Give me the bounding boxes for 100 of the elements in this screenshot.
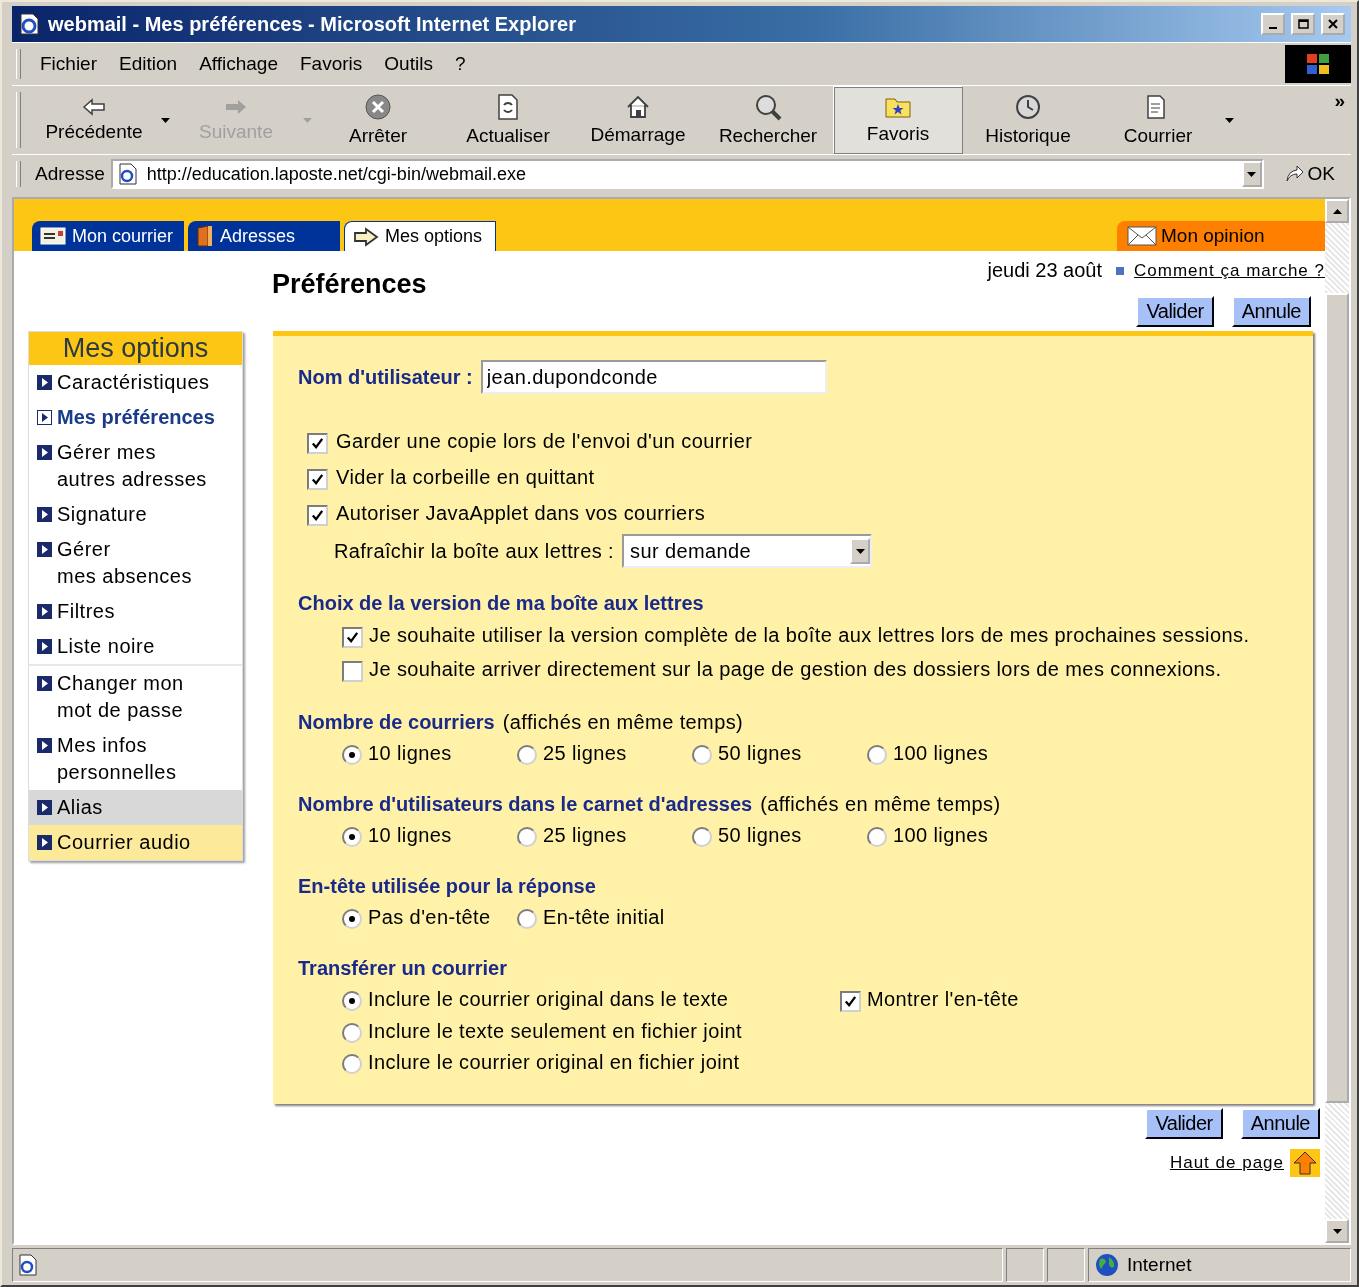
arrow-square-icon — [37, 445, 52, 460]
caret-icon — [1247, 171, 1257, 177]
arrow-square-icon — [37, 604, 52, 619]
radio-button[interactable] — [342, 827, 362, 847]
close-button[interactable] — [1321, 13, 1345, 35]
sidebar-item[interactable]: Changer mon mot de passe — [29, 664, 242, 728]
help-link[interactable]: Comment ça marche ? — [1134, 260, 1325, 281]
radio-button[interactable] — [517, 827, 537, 847]
toolbar-button[interactable]: Courrier — [1093, 86, 1223, 154]
sidebar-item[interactable]: Gérer mes autres adresses — [29, 435, 242, 497]
up-triangle-icon — [1332, 208, 1342, 214]
back-arrow-icon — [82, 97, 106, 117]
menu-item[interactable]: Outils — [373, 49, 444, 79]
sidebar-item[interactable]: Caractéristiques — [29, 365, 242, 400]
option-label: Je souhaite arriver directement sur la page de gestion des dossiers lors de mes connexions. — [369, 658, 1222, 681]
refresh-dropdown[interactable]: sur demande — [622, 534, 872, 568]
sidebar-item[interactable]: Mes infos personnelles — [29, 728, 242, 790]
sidebar-item[interactable]: Filtres — [29, 594, 242, 629]
checkbox[interactable] — [342, 627, 363, 648]
option-label: 50 lignes — [718, 742, 802, 765]
username-field[interactable]: jean.dupondconde — [480, 360, 827, 394]
option-label: 10 lignes — [368, 824, 452, 847]
sidebar-item[interactable]: Liste noire — [29, 629, 242, 664]
dropdown-button[interactable] — [850, 538, 870, 564]
zone-label: Internet — [1127, 1254, 1192, 1276]
arrow-square-icon — [37, 676, 52, 691]
menu-item[interactable]: ? — [443, 49, 477, 79]
checkbox[interactable] — [342, 661, 363, 682]
checkbox[interactable] — [307, 469, 328, 490]
tab[interactable]: Adresses — [188, 221, 340, 251]
radio-button[interactable] — [342, 909, 362, 929]
radio-button[interactable] — [517, 745, 537, 765]
opinion-tab[interactable]: Mon opinion — [1117, 221, 1325, 251]
arrow-square-icon — [37, 410, 52, 425]
form-button[interactable]: Annule — [1231, 296, 1311, 327]
toolbar-button[interactable]: Démarrage — [573, 86, 703, 154]
caret-icon[interactable] — [1224, 117, 1234, 123]
radio-button[interactable] — [342, 1023, 362, 1043]
form-button[interactable]: Valider — [1136, 296, 1214, 327]
sidebar-item[interactable]: Signature — [29, 497, 242, 532]
sidebar-item[interactable]: Courrier audio — [29, 825, 242, 860]
forward-arrow-icon — [224, 97, 248, 117]
radio-button[interactable] — [342, 745, 362, 765]
toolbar-button[interactable]: Précédente — [29, 86, 159, 154]
checkbox[interactable] — [307, 433, 328, 454]
radio-button[interactable] — [517, 909, 537, 929]
form-button[interactable]: Valider — [1145, 1108, 1223, 1139]
minimize-button[interactable] — [1261, 13, 1285, 35]
menu-item[interactable]: Affichage — [188, 49, 289, 79]
option-label: Inclure le courrier original dans le texte — [368, 988, 730, 1011]
top-link[interactable]: Haut de page — [1169, 1153, 1284, 1173]
menu-item[interactable]: Favoris — [289, 49, 374, 79]
toolbar-button[interactable]: Historique — [963, 86, 1093, 154]
option-label: En-tête initial — [543, 906, 665, 929]
checkbox[interactable] — [307, 505, 328, 526]
house-icon — [625, 94, 651, 120]
page-icon — [116, 163, 139, 185]
radio-button[interactable] — [342, 1054, 362, 1074]
checkmark-icon — [843, 994, 858, 1009]
toolbar-button[interactable]: Rechercher — [703, 86, 833, 154]
caret-icon[interactable] — [160, 117, 170, 123]
radio-button[interactable] — [867, 745, 887, 765]
sidebar-item[interactable]: Alias — [29, 790, 242, 825]
menu-item[interactable]: Fichier — [29, 49, 108, 79]
checkbox[interactable] — [840, 991, 861, 1012]
address-field[interactable]: http://education.laposte.net/cgi-bin/webmail.exe — [110, 159, 1264, 189]
toolbar-button[interactable]: Favoris — [833, 86, 963, 154]
scroll-thumb[interactable] — [1325, 293, 1349, 1103]
scrollbar[interactable] — [1325, 199, 1349, 1243]
letter-icon — [40, 227, 66, 245]
scroll-up-button[interactable] — [1325, 199, 1349, 223]
window-title: webmail - Mes préférences - Microsoft Internet Explorer — [48, 12, 577, 36]
sidebar-item[interactable]: Mes préférences — [29, 400, 242, 435]
arrow-square-icon — [37, 507, 52, 522]
checkmark-icon — [310, 472, 325, 487]
more-chevron[interactable]: » — [1334, 90, 1345, 112]
tab[interactable]: Mon courrier — [32, 221, 184, 251]
menu-item[interactable]: Edition — [108, 49, 189, 79]
sidebar-title: Mes options — [29, 332, 242, 365]
search-icon — [754, 93, 782, 121]
radio-button[interactable] — [692, 827, 712, 847]
field-label: Nom d'utilisateur : — [298, 365, 473, 389]
maximize-button[interactable] — [1291, 13, 1315, 35]
sidebar-item[interactable]: Gérer mes absences — [29, 532, 242, 594]
option-label: 100 lignes — [893, 742, 989, 765]
option-label: Inclure le courrier original en fichier joint — [368, 1051, 741, 1074]
section-note: (affichés en même temps) — [502, 711, 744, 734]
toolbar-button[interactable]: Actualiser — [443, 86, 573, 154]
up-arrow-icon[interactable] — [1290, 1149, 1320, 1177]
form-button[interactable]: Annule — [1240, 1108, 1320, 1139]
radio-button[interactable] — [692, 745, 712, 765]
maximize-icon — [1297, 19, 1309, 29]
radio-button[interactable] — [342, 991, 362, 1011]
star-folder-icon — [884, 95, 912, 119]
tab[interactable]: Mes options — [344, 221, 496, 251]
scroll-down-button[interactable] — [1325, 1219, 1349, 1243]
go-button[interactable]: OK — [1269, 163, 1351, 185]
dropdown-button[interactable] — [1241, 161, 1262, 187]
radio-button[interactable] — [867, 827, 887, 847]
toolbar-button[interactable]: Arrêter — [313, 86, 443, 154]
